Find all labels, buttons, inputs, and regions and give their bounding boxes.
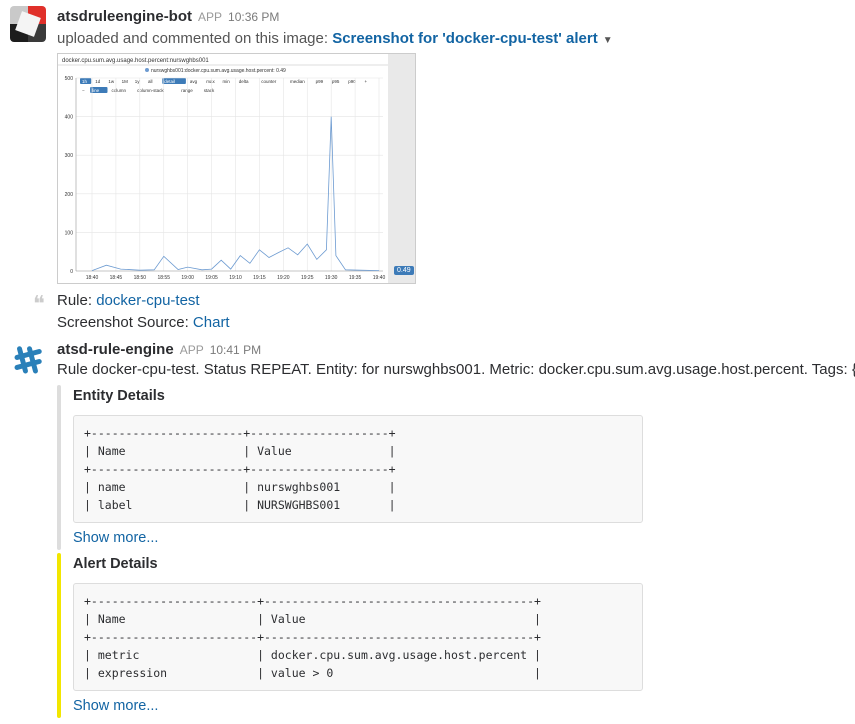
toolbar-button-3[interactable]: 1M bbox=[122, 79, 129, 84]
x-tick-label: 19:00 bbox=[181, 275, 194, 281]
alert-title: Alert Details bbox=[73, 556, 158, 572]
toolbar-button-4[interactable]: 1y bbox=[135, 79, 141, 84]
toolbar-type-1[interactable]: line bbox=[92, 88, 100, 93]
entity-attachment: Entity Details +----------------------+-… bbox=[57, 385, 647, 550]
bot-avatar[interactable] bbox=[10, 6, 46, 42]
attachment-color-bar bbox=[57, 385, 61, 550]
source-link[interactable]: Chart bbox=[193, 314, 230, 331]
toolbar-type-4[interactable]: range bbox=[181, 88, 193, 93]
timestamp[interactable]: 10:41 PM bbox=[210, 343, 261, 357]
rule-label: Rule: bbox=[57, 292, 93, 309]
legend-dot bbox=[145, 68, 149, 72]
toolbar-button-5[interactable]: all bbox=[148, 79, 153, 84]
toolbar-button-10[interactable]: delta bbox=[239, 79, 249, 84]
hash-logo-icon bbox=[14, 346, 42, 374]
timestamp[interactable]: 10:36 PM bbox=[228, 10, 279, 24]
entity-title: Entity Details bbox=[73, 388, 165, 404]
toolbar-button-7[interactable]: avg bbox=[190, 79, 198, 84]
message-text: Rule docker-cpu-test. Status REPEAT. Ent… bbox=[57, 361, 855, 378]
y-tick-label: 200 bbox=[65, 192, 74, 198]
x-tick-label: 19:35 bbox=[349, 275, 362, 281]
y-tick-label: 500 bbox=[65, 76, 74, 82]
rule-engine-avatar[interactable] bbox=[10, 342, 46, 378]
alert-attachment: Alert Details +------------------------+… bbox=[57, 553, 647, 718]
chart-svg: docker.cpu.sum.avg.usage.host.percent:nu… bbox=[58, 58, 389, 281]
message1-header: atsdruleengine-bot APP 10:36 PM bbox=[57, 8, 279, 26]
x-tick-label: 19:10 bbox=[229, 275, 242, 281]
x-tick-label: 18:50 bbox=[134, 275, 147, 281]
toolbar-button-0[interactable]: 1h bbox=[82, 79, 88, 84]
entity-code-block: +----------------------+----------------… bbox=[73, 415, 643, 523]
alert-code-block: +------------------------+--------------… bbox=[73, 583, 643, 691]
rule-line: Rule: docker-cpu-test bbox=[57, 292, 200, 309]
value-badge: 0.49 bbox=[394, 266, 414, 275]
toolbar-type-3[interactable]: column-stack bbox=[137, 88, 164, 93]
x-tick-label: 19:20 bbox=[277, 275, 290, 281]
x-tick-label: 19:05 bbox=[205, 275, 218, 281]
upload-line: uploaded and commented on this image: Sc… bbox=[57, 30, 613, 47]
chevron-down-icon[interactable]: ▼ bbox=[603, 35, 613, 46]
y-tick-label: 300 bbox=[65, 153, 74, 159]
source-line: Screenshot Source: Chart bbox=[57, 314, 230, 331]
toolbar-type-2[interactable]: column bbox=[112, 88, 127, 93]
username[interactable]: atsdruleengine-bot bbox=[57, 8, 192, 25]
file-title-link[interactable]: Screenshot for 'docker-cpu-test' alert bbox=[332, 30, 598, 47]
toolbar-button-12[interactable]: median bbox=[290, 79, 305, 84]
chart-toolbar-row2: − line column column-stack range stack bbox=[82, 87, 215, 93]
toolbar-button-9[interactable]: min bbox=[223, 79, 231, 84]
chart-grid bbox=[76, 77, 383, 272]
y-tick-label: 0 bbox=[70, 269, 73, 275]
entity-table: +----------------------+----------------… bbox=[84, 426, 396, 512]
x-tick-label: 18:40 bbox=[86, 275, 99, 281]
toolbar-button-1[interactable]: 1d bbox=[95, 79, 101, 84]
x-tick-label: 19:30 bbox=[325, 275, 338, 281]
alert-show-more-link[interactable]: Show more... bbox=[73, 698, 158, 714]
username[interactable]: atsd-rule-engine bbox=[57, 341, 174, 358]
chart-legend[interactable]: nurswghbs001:docker.cpu.sum.avg.usage.ho… bbox=[151, 68, 286, 74]
quote-icon: ❝ bbox=[33, 292, 45, 317]
chart-side-panel bbox=[388, 53, 416, 284]
toolbar-button-2[interactable]: 1w bbox=[108, 79, 115, 84]
toolbar-button-13[interactable]: p99 bbox=[316, 79, 324, 84]
alert-table: +------------------------+--------------… bbox=[84, 594, 541, 680]
source-label: Screenshot Source: bbox=[57, 314, 189, 331]
app-badge: APP bbox=[179, 343, 204, 357]
chart-axes: 0 100 200 300 400 500 18:40 18:45 18:50 18:55 19:0… bbox=[65, 76, 386, 281]
attachment-color-bar bbox=[57, 553, 61, 718]
x-tick-label: 18:45 bbox=[110, 275, 123, 281]
toolbar-type-0[interactable]: − bbox=[82, 88, 85, 93]
toolbar-button-16[interactable]: + bbox=[365, 79, 368, 84]
x-tick-label: 19:25 bbox=[301, 275, 314, 281]
toolbar-button-6[interactable]: detail bbox=[164, 79, 175, 84]
app-badge: APP bbox=[198, 10, 223, 24]
y-tick-label: 100 bbox=[65, 230, 74, 236]
message2-header: atsd-rule-engine APP 10:41 PM bbox=[57, 341, 261, 359]
toolbar-type-5[interactable]: stack bbox=[204, 88, 215, 93]
rule-link[interactable]: docker-cpu-test bbox=[96, 292, 199, 309]
toolbar-button-11[interactable]: counter bbox=[261, 79, 277, 84]
y-tick-label: 400 bbox=[65, 115, 74, 121]
x-tick-label: 18:55 bbox=[157, 275, 170, 281]
chart-toolbar-row1: 1h 1d 1w 1M 1y all detail avg max min delta counter… bbox=[80, 78, 368, 84]
action-text: uploaded and commented on this image: bbox=[57, 30, 329, 47]
toolbar-button-14[interactable]: p95 bbox=[332, 79, 340, 84]
x-tick-label: 19:15 bbox=[253, 275, 266, 281]
chart-title: docker.cpu.sum.avg.usage.host.percent:nu… bbox=[62, 58, 209, 64]
toolbar-button-8[interactable]: max bbox=[206, 79, 215, 84]
entity-show-more-link[interactable]: Show more... bbox=[73, 530, 158, 546]
x-tick-label: 19:40 bbox=[373, 275, 386, 281]
screenshot-thumbnail[interactable]: docker.cpu.sum.avg.usage.host.percent:nu… bbox=[57, 53, 390, 284]
